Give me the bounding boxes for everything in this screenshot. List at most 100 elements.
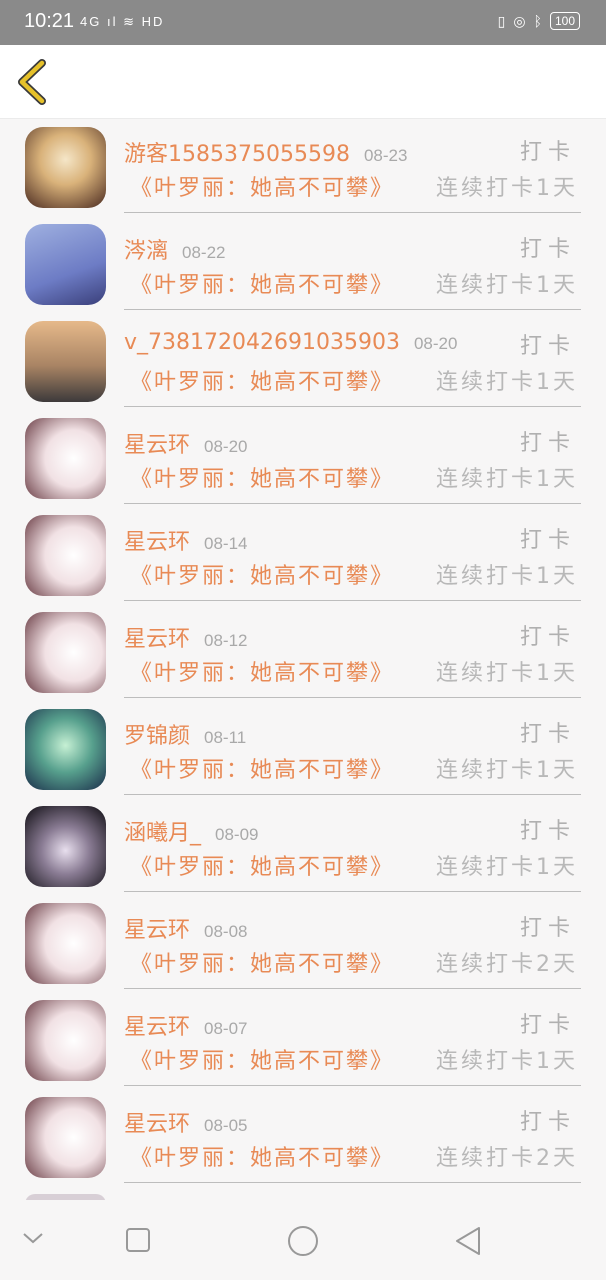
user-name[interactable]: 星云环 [124,621,190,653]
divider [124,599,581,601]
avatar[interactable] [25,224,106,305]
book-title[interactable]: 《叶罗丽：她高不可攀》 [130,558,394,590]
name-line: 罗锦颜 08-11 [124,718,246,750]
avatar[interactable] [25,515,106,596]
user-name[interactable]: 星云环 [124,524,190,556]
checkin-date: 08-05 [204,1116,248,1135]
streak-text: 连续打卡1天 [436,758,578,783]
name-line: 星云环 08-08 [124,912,248,944]
avatar[interactable] [25,418,106,499]
checkin-label: 打卡 [519,1013,576,1038]
checkin-date: 08-11 [204,728,247,747]
nav-down-button[interactable] [22,1230,44,1249]
divider [124,502,581,504]
header [0,45,606,119]
divider [124,308,581,310]
user-name[interactable]: 涔漓 [124,233,168,265]
book-title[interactable]: 《叶罗丽：她高不可攀》 [130,461,394,493]
status-right-icons: ▯ ◎ ᛒ 100 [498,12,580,30]
list-item[interactable]: 罗锦颜 08-11 打卡 《叶罗丽：她高不可攀》 连续打卡1天 [0,700,606,797]
book-title[interactable]: 《叶罗丽：她高不可攀》 [130,267,394,299]
bluetooth-icon: ᛒ [533,13,542,29]
divider [124,1084,581,1086]
divider [124,405,581,407]
divider [124,696,581,698]
list-item[interactable]: 星云环 08-12 打卡 《叶罗丽：她高不可攀》 连续打卡1天 [0,603,606,700]
divider [124,793,581,795]
checkin-date: 08-14 [204,534,248,553]
divider [124,1181,581,1183]
checkin-date: 08-08 [204,922,248,941]
list-item[interactable]: 星云环 08-20 打卡 《叶罗丽：她高不可攀》 连续打卡1天 [0,409,606,506]
list-item[interactable]: 星云环 08-08 打卡 《叶罗丽：她高不可攀》 连续打卡2天 [0,894,606,991]
checkin-date: 08-20 [413,334,458,353]
avatar[interactable] [25,612,106,693]
vibrate-icon: ▯ [497,12,506,29]
user-name[interactable]: 星云环 [124,1106,190,1138]
checkin-label: 打卡 [519,237,576,262]
list-item[interactable]: 涵曦月_ 08-09 打卡 《叶罗丽：她高不可攀》 连续打卡1天 [0,797,606,894]
signal-wifi-icons: 4G ıl ≋ HD [80,14,165,29]
name-line: 星云环 08-20 [124,427,248,459]
chevron-left-icon [18,59,46,105]
list-item[interactable]: 涔漓 08-22 打卡 《叶罗丽：她高不可攀》 连续打卡1天 [0,215,606,312]
list-item[interactable]: v_738172042691035903 08-20 打卡 《叶罗丽：她高不可攀… [0,312,606,409]
checkin-list: 游客1585375055598 08-23 打卡 《叶罗丽：她高不可攀》 连续打… [0,118,606,1200]
user-name[interactable]: 罗锦颜 [124,718,190,750]
nav-home-button[interactable] [287,1225,319,1261]
book-title[interactable]: 《叶罗丽：她高不可攀》 [130,946,394,978]
avatar[interactable] [25,709,106,790]
list-item[interactable]: 星云环 08-05 打卡 《叶罗丽：她高不可攀》 连续打卡2天 [0,1088,606,1185]
checkin-date: 08-23 [363,146,408,165]
user-name[interactable]: 游客1585375055598 [124,136,350,168]
avatar[interactable] [25,903,106,984]
checkin-date: 08-20 [204,437,248,456]
divider [124,890,581,892]
book-title[interactable]: 《叶罗丽：她高不可攀》 [130,170,394,202]
checkin-label: 打卡 [519,819,576,844]
status-time: 10:21 [24,10,75,32]
user-name[interactable]: 星云环 [124,1009,190,1041]
avatar[interactable] [25,1000,106,1081]
user-name[interactable]: 涵曦月_ [124,815,201,847]
book-title[interactable]: 《叶罗丽：她高不可攀》 [130,1043,394,1075]
checkin-label: 打卡 [519,625,576,650]
book-title[interactable]: 《叶罗丽：她高不可攀》 [130,655,394,687]
avatar[interactable] [25,321,106,402]
name-line: 星云环 08-05 [124,1106,248,1138]
checkin-label: 打卡 [519,334,576,359]
checkin-label: 打卡 [519,1110,576,1135]
checkin-label: 打卡 [519,140,576,165]
name-line: 星云环 08-07 [124,1009,248,1041]
streak-text: 连续打卡2天 [436,952,578,977]
streak-text: 连续打卡2天 [436,1146,578,1171]
book-title[interactable]: 《叶罗丽：她高不可攀》 [130,1140,394,1172]
user-name[interactable]: v_738172042691035903 [124,330,400,355]
back-button[interactable] [14,59,52,105]
name-line: 涵曦月_ 08-09 [124,815,259,847]
checkin-date: 08-12 [204,631,248,650]
list-item[interactable]: 游客1585375055598 08-23 打卡 《叶罗丽：她高不可攀》 连续打… [0,118,606,215]
system-nav-bar [0,1200,606,1280]
checkin-date: 08-22 [182,243,226,262]
streak-text: 连续打卡1天 [436,176,578,201]
book-title[interactable]: 《叶罗丽：她高不可攀》 [130,752,394,784]
name-line: 星云环 08-14 [124,524,248,556]
book-title[interactable]: 《叶罗丽：她高不可攀》 [130,364,394,396]
name-line: 涔漓 08-22 [124,233,226,265]
book-title[interactable]: 《叶罗丽：她高不可攀》 [130,849,394,881]
user-name[interactable]: 星云环 [124,912,190,944]
avatar[interactable] [25,127,106,208]
list-item[interactable]: 星云环 08-14 打卡 《叶罗丽：她高不可攀》 连续打卡1天 [0,506,606,603]
list-item[interactable]: 星云环 08-07 打卡 《叶罗丽：她高不可攀》 连续打卡1天 [0,991,606,1088]
nav-back-button[interactable] [454,1226,482,1260]
checkin-date: 08-09 [215,825,259,844]
user-name[interactable]: 星云环 [124,427,190,459]
streak-text: 连续打卡1天 [436,370,578,395]
checkin-label: 打卡 [519,528,576,553]
avatar[interactable] [25,806,106,887]
nav-recents-button[interactable] [125,1227,151,1257]
triangle-back-icon [456,1227,480,1255]
streak-text: 连续打卡1天 [436,1049,578,1074]
avatar[interactable] [25,1097,106,1178]
